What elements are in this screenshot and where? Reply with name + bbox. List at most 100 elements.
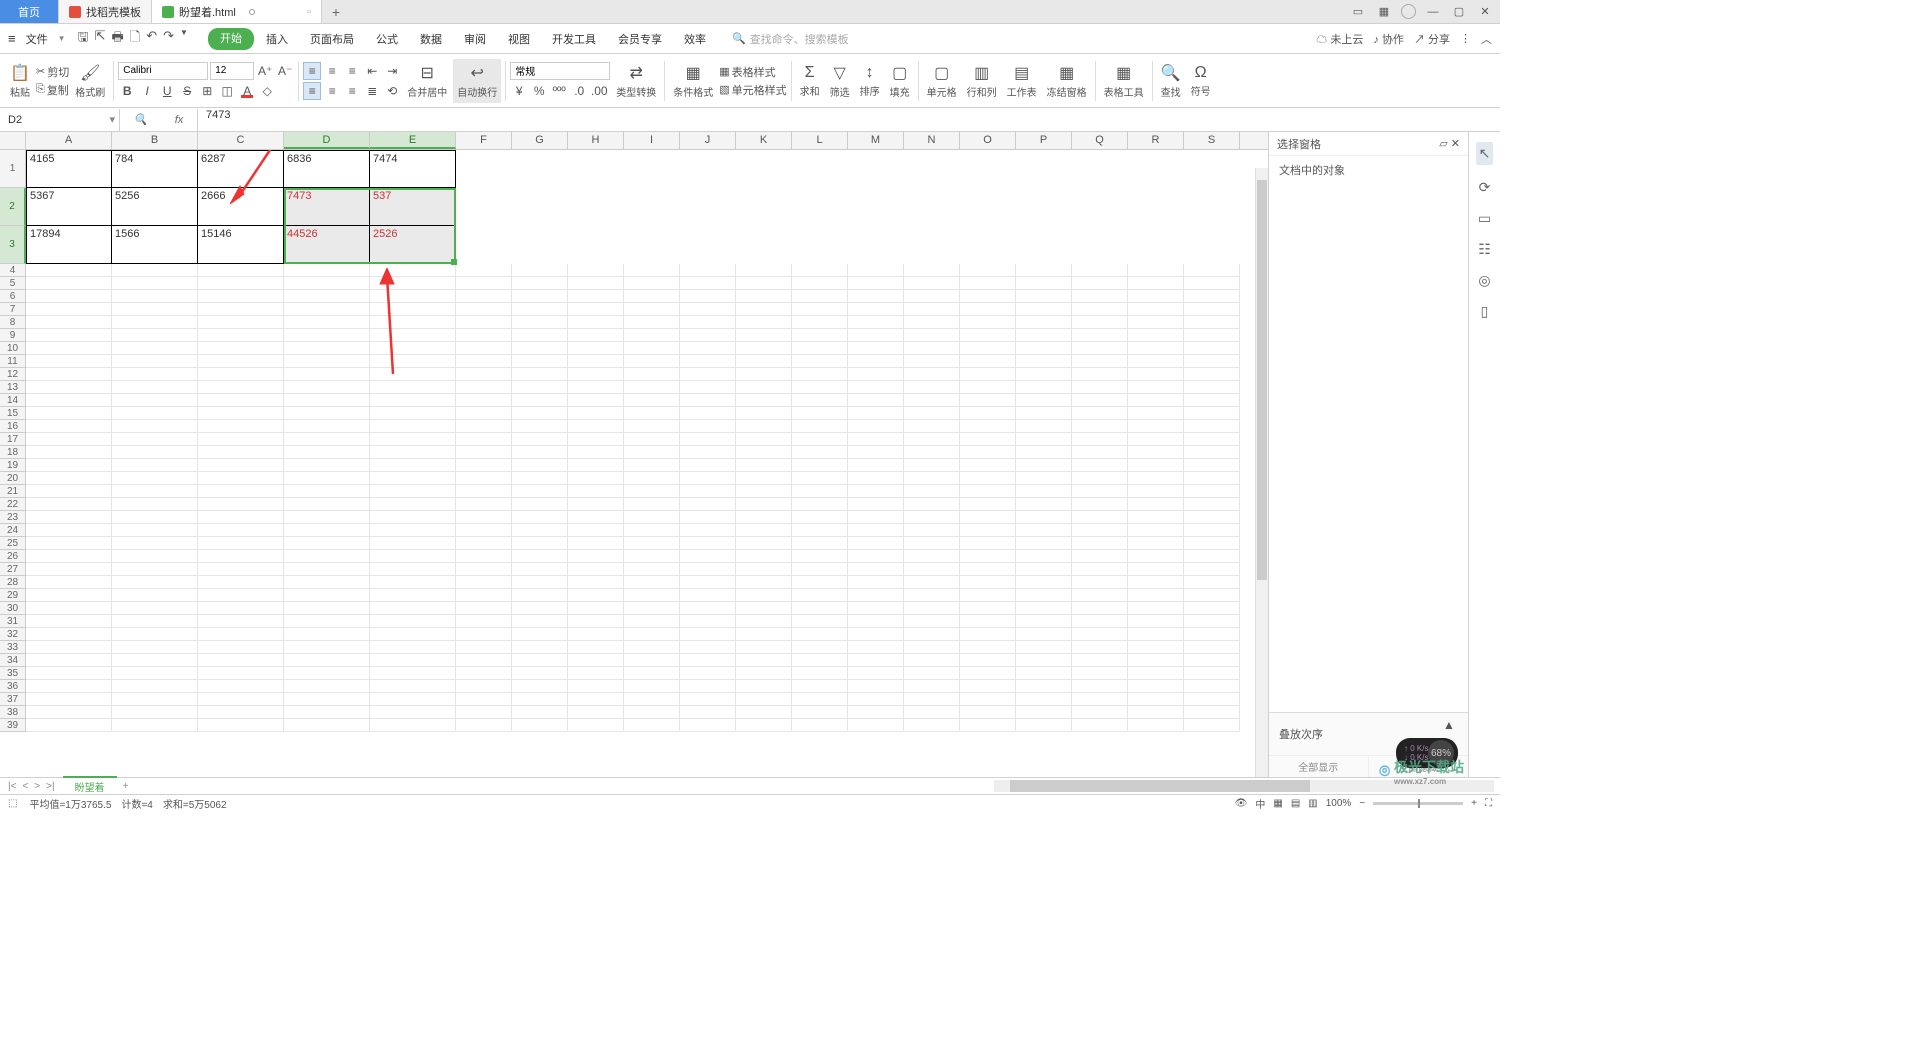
cell-empty[interactable] — [512, 524, 568, 537]
cell-empty[interactable] — [370, 628, 456, 641]
cell-empty[interactable] — [112, 433, 198, 446]
cell-empty[interactable] — [456, 628, 512, 641]
cell-empty[interactable] — [512, 498, 568, 511]
cell-empty[interactable] — [370, 719, 456, 732]
cell-empty[interactable] — [1128, 290, 1184, 303]
cell-empty[interactable] — [26, 615, 112, 628]
cell-empty[interactable] — [960, 355, 1016, 368]
cell-empty[interactable] — [198, 433, 284, 446]
col-Q[interactable]: Q — [1072, 132, 1128, 149]
cell-empty[interactable] — [512, 381, 568, 394]
share-button[interactable]: ↗ 分享 — [1414, 31, 1450, 47]
cell-empty[interactable] — [736, 342, 792, 355]
cell-empty[interactable] — [960, 368, 1016, 381]
cell-empty[interactable] — [456, 654, 512, 667]
currency-icon[interactable]: ¥ — [510, 82, 528, 100]
cell-empty[interactable] — [1016, 615, 1072, 628]
cell-empty[interactable] — [624, 693, 680, 706]
cell-empty[interactable] — [512, 264, 568, 277]
cell-empty[interactable] — [568, 303, 624, 316]
show-all-button[interactable]: 全部显示 — [1269, 756, 1369, 777]
cell-empty[interactable] — [904, 511, 960, 524]
cell-empty[interactable] — [1128, 667, 1184, 680]
prev-sheet-icon[interactable]: < — [22, 781, 28, 792]
strike-button[interactable]: S — [178, 82, 196, 100]
cell-empty[interactable] — [456, 368, 512, 381]
undo-icon[interactable]: ↶ — [146, 28, 157, 50]
view-page-icon[interactable]: ▤ — [1291, 798, 1300, 809]
cell-empty[interactable] — [456, 316, 512, 329]
cell-empty[interactable] — [960, 420, 1016, 433]
cell-empty[interactable] — [736, 602, 792, 615]
cell-empty[interactable] — [1128, 329, 1184, 342]
tab-start[interactable]: 开始 — [208, 28, 254, 50]
cell-empty[interactable] — [198, 459, 284, 472]
cell-empty[interactable] — [26, 667, 112, 680]
cell-empty[interactable] — [198, 290, 284, 303]
comma-icon[interactable]: ººº — [550, 82, 568, 100]
cell-empty[interactable] — [680, 433, 736, 446]
cell-empty[interactable] — [904, 433, 960, 446]
cell-empty[interactable] — [568, 264, 624, 277]
cell-empty[interactable] — [1072, 719, 1128, 732]
cell-empty[interactable] — [680, 589, 736, 602]
cell-empty[interactable] — [1016, 667, 1072, 680]
cell-empty[interactable] — [1128, 264, 1184, 277]
cell-empty[interactable] — [1128, 537, 1184, 550]
cell-empty[interactable] — [1128, 654, 1184, 667]
name-box[interactable]: D2 ▾ — [0, 109, 120, 131]
cell-empty[interactable] — [848, 719, 904, 732]
cell-empty[interactable] — [680, 342, 736, 355]
cell-empty[interactable] — [512, 641, 568, 654]
cell-empty[interactable] — [904, 641, 960, 654]
cell-empty[interactable] — [512, 329, 568, 342]
col-M[interactable]: M — [848, 132, 904, 149]
cell-empty[interactable] — [848, 303, 904, 316]
cell-empty[interactable] — [198, 303, 284, 316]
border-button[interactable]: ⊞ — [198, 82, 216, 100]
cell-empty[interactable] — [624, 628, 680, 641]
cell-empty[interactable] — [624, 394, 680, 407]
orientation-icon[interactable]: ⟲ — [383, 82, 401, 100]
cell-empty[interactable] — [26, 537, 112, 550]
cell-empty[interactable] — [1128, 524, 1184, 537]
cell-empty[interactable] — [1072, 602, 1128, 615]
cell-empty[interactable] — [1072, 420, 1128, 433]
cell-empty[interactable] — [624, 407, 680, 420]
cell-empty[interactable] — [848, 654, 904, 667]
menu-icon[interactable]: ≡ — [8, 31, 16, 46]
cell-empty[interactable] — [624, 550, 680, 563]
cell-empty[interactable] — [512, 342, 568, 355]
cell-empty[interactable] — [1072, 524, 1128, 537]
cell-empty[interactable] — [26, 706, 112, 719]
col-B[interactable]: B — [112, 132, 198, 149]
cell-empty[interactable] — [624, 537, 680, 550]
cell-empty[interactable] — [848, 706, 904, 719]
cell-empty[interactable] — [960, 329, 1016, 342]
cell-empty[interactable] — [26, 589, 112, 602]
cell-empty[interactable] — [370, 433, 456, 446]
cell-empty[interactable] — [370, 706, 456, 719]
sum-button[interactable]: Σ求和 — [796, 59, 824, 103]
cell-empty[interactable] — [848, 446, 904, 459]
format-painter-button[interactable]: 🖌格式刷 — [71, 59, 109, 103]
cell-empty[interactable] — [680, 602, 736, 615]
cell-empty[interactable] — [568, 576, 624, 589]
cell-empty[interactable] — [1016, 355, 1072, 368]
cell-empty[interactable] — [198, 576, 284, 589]
cell-empty[interactable] — [112, 342, 198, 355]
cancel-fx-icon[interactable]: 🔍 — [134, 113, 148, 126]
cell-empty[interactable] — [1072, 264, 1128, 277]
cell-empty[interactable] — [680, 290, 736, 303]
align-right-icon[interactable]: ≡ — [343, 82, 361, 100]
cell-empty[interactable] — [1128, 511, 1184, 524]
cell-empty[interactable] — [1072, 576, 1128, 589]
cell-empty[interactable] — [26, 459, 112, 472]
cell-empty[interactable] — [792, 472, 848, 485]
cell-empty[interactable] — [680, 277, 736, 290]
cell-empty[interactable] — [198, 680, 284, 693]
cell-empty[interactable] — [456, 563, 512, 576]
cell-empty[interactable] — [848, 576, 904, 589]
cell-empty[interactable] — [1016, 277, 1072, 290]
cell-empty[interactable] — [848, 589, 904, 602]
